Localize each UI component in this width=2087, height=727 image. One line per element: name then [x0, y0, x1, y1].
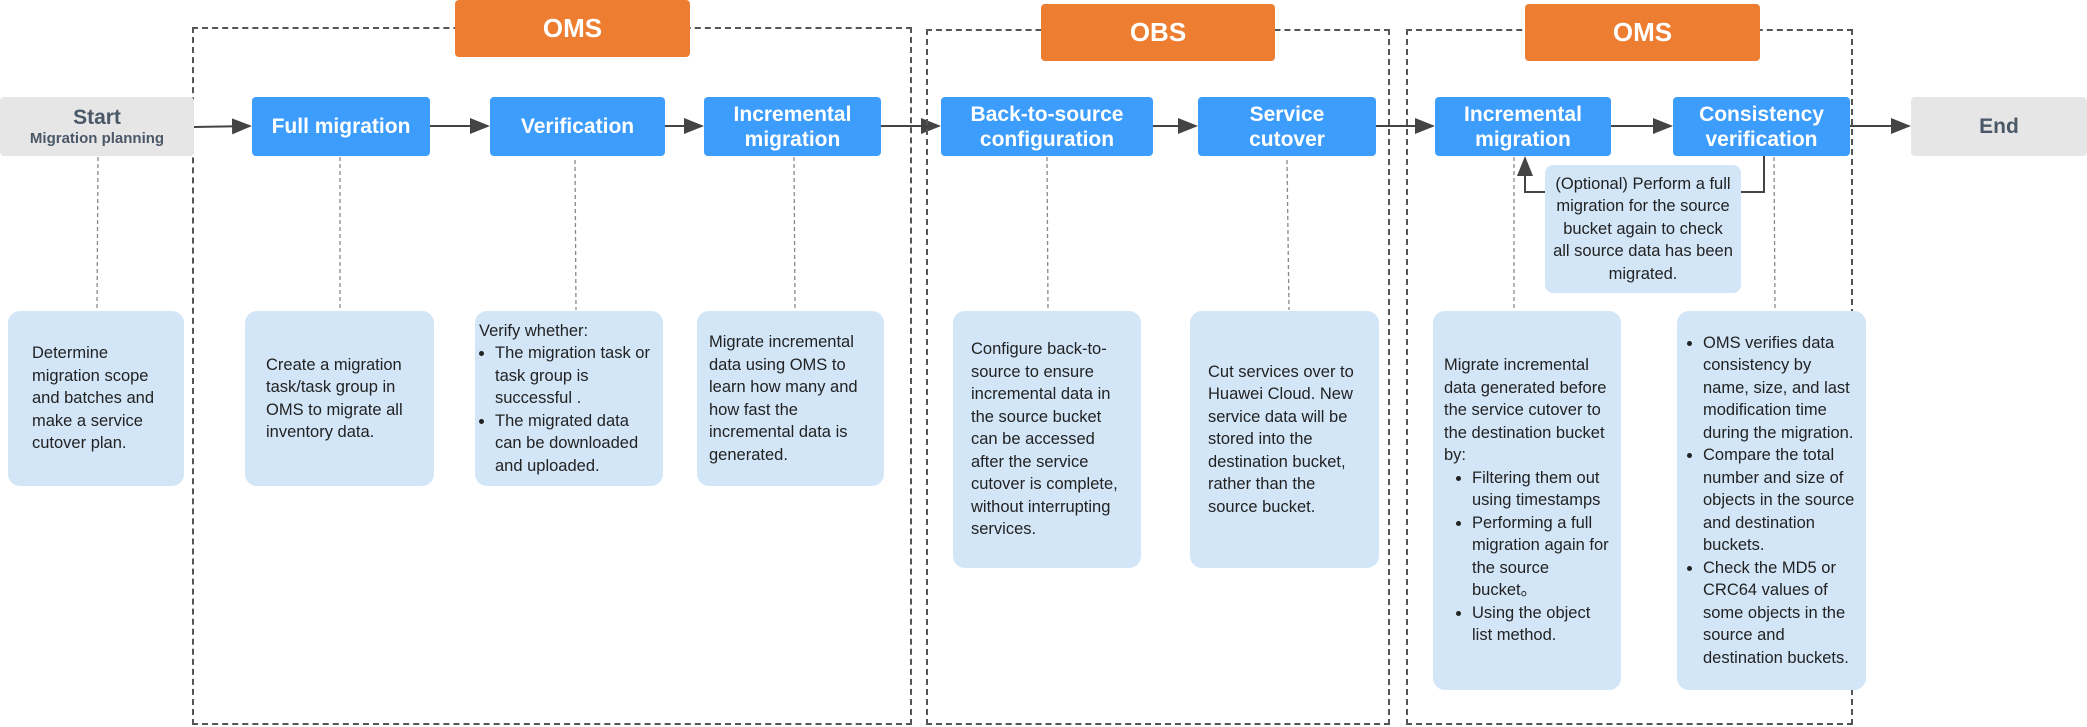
- desc-bullets: The migration task or task group is succ…: [479, 342, 659, 477]
- step-incremental-migration: Incremental migration: [704, 97, 881, 156]
- step-incremental-migration-2: Incremental migration: [1435, 97, 1611, 156]
- desc-bullet: Using the object list method.: [1472, 602, 1615, 647]
- desc-bullet: Filtering them out using timestamps: [1472, 467, 1615, 512]
- desc-start: Determine migration scope and batches an…: [8, 311, 184, 486]
- step-service-cutover: Service cutover: [1198, 97, 1376, 156]
- optional-loop-note: (Optional) Perform a full migration for …: [1545, 165, 1741, 293]
- desc-text: Cut services over to Huawei Cloud. New s…: [1208, 362, 1354, 516]
- desc-bullet: The migration task or task group is succ…: [495, 342, 659, 410]
- desc-full-migration: Create a migration task/task group in OM…: [245, 311, 434, 486]
- desc-service-cutover: Cut services over to Huawei Cloud. New s…: [1190, 311, 1379, 568]
- desc-incremental-migration: Migrate incremental data using OMS to le…: [697, 311, 884, 486]
- group-label-oms-2: OMS: [1525, 4, 1760, 61]
- start-node: Start Migration planning: [0, 97, 194, 156]
- group-label-obs: OBS: [1041, 4, 1275, 61]
- step-full-migration: Full migration: [252, 97, 430, 156]
- end-node: End: [1911, 97, 2087, 156]
- desc-intro: Verify whether:: [479, 321, 589, 340]
- step-consistency-verification: Consistency verification: [1673, 97, 1850, 156]
- step-back-to-source: Back-to-source configuration: [941, 97, 1153, 156]
- optional-loop-text: (Optional) Perform a full migration for …: [1553, 174, 1733, 283]
- group-label-oms-1: OMS: [455, 0, 690, 57]
- desc-bullets: Filtering them out using timestamps Perf…: [1444, 467, 1615, 647]
- desc-text: Determine migration scope and batches an…: [32, 344, 155, 453]
- desc-text: Create a migration task/task group in OM…: [266, 355, 403, 442]
- desc-verification: Verify whether: The migration task or ta…: [475, 311, 663, 486]
- step-verification: Verification: [490, 97, 665, 156]
- end-title: End: [1979, 114, 2019, 138]
- desc-bullet: Check the MD5 or CRC64 values of some ob…: [1703, 557, 1858, 670]
- desc-bullet: Performing a full migration again for th…: [1472, 512, 1615, 602]
- start-subtitle: Migration planning: [29, 130, 165, 147]
- desc-text: Migrate incremental data using OMS to le…: [709, 333, 858, 464]
- desc-text: Configure back-to-source to ensure incre…: [971, 340, 1118, 539]
- desc-bullets: OMS verifies data consistency by name, s…: [1687, 332, 1858, 670]
- desc-bullet: Compare the total number and size of obj…: [1703, 444, 1858, 557]
- desc-bullet: OMS verifies data consistency by name, s…: [1703, 332, 1858, 445]
- desc-incremental-migration-2: Migrate incremental data generated befor…: [1433, 311, 1621, 690]
- start-title: Start: [73, 106, 121, 129]
- desc-consistency-verification: OMS verifies data consistency by name, s…: [1677, 311, 1866, 690]
- desc-bullet: The migrated data can be downloaded and …: [495, 410, 659, 478]
- desc-intro: Migrate incremental data generated befor…: [1444, 356, 1607, 465]
- desc-back-to-source: Configure back-to-source to ensure incre…: [953, 311, 1141, 568]
